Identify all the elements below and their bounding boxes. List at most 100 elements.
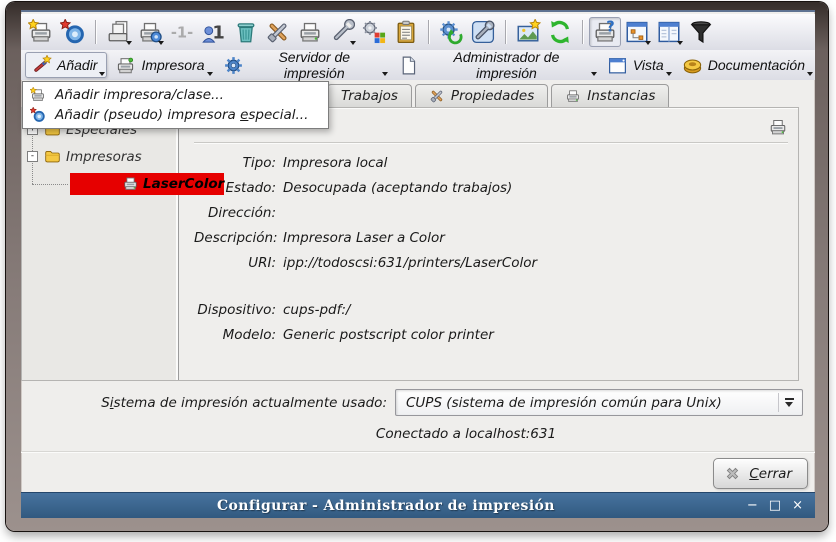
toolbar-separator: [428, 20, 429, 44]
tree-expander[interactable]: -: [27, 151, 38, 162]
add-special-printer-button[interactable]: [57, 17, 89, 47]
test-printer-button[interactable]: [294, 17, 326, 47]
info-group: Tipo:Impresora localEstado:Desocupada (a…: [194, 155, 788, 280]
printer-green-icon: [115, 55, 136, 76]
window-controls: −□ ×: [747, 499, 815, 512]
menu-item-label: Añadir impresora/clase...: [55, 87, 224, 103]
info-label: Descripción:: [194, 230, 283, 255]
dropdown-arrow-icon: [677, 41, 683, 45]
tab-instancias[interactable]: Instancias: [551, 84, 669, 107]
divider: [194, 142, 788, 144]
tab-trabajos[interactable]: Trabajos: [327, 84, 412, 107]
printer-icon: [297, 19, 323, 45]
info-value: Generic postscript color printer: [283, 327, 788, 352]
menu-documentacion-label: Documentación: [708, 57, 805, 73]
svg-text:1: 1: [212, 23, 224, 44]
print-wizard-button[interactable]: [512, 17, 544, 47]
minimize-window-button[interactable]: −: [747, 499, 758, 512]
info-row: URI:ipp://todoscsi:631/printers/LaserCol…: [194, 255, 788, 280]
add-menu-popup: Añadir impresora/clase... Añadir (pseudo)…: [22, 81, 329, 129]
info-row: Tipo:Impresora local: [194, 155, 788, 180]
info-label: URI:: [194, 255, 283, 280]
folder-icon: [44, 148, 61, 165]
svg-text:-1-: -1-: [171, 25, 193, 42]
print-system-select[interactable]: CUPS (sistema de impresión común para Un…: [395, 389, 803, 416]
user-default-icon: 1: [201, 19, 227, 45]
restart-server-button[interactable]: [435, 17, 467, 47]
tree-item-impresoras[interactable]: - Impresoras: [22, 143, 178, 170]
filter-printers-button[interactable]: [685, 17, 717, 47]
view-columns-button[interactable]: [653, 17, 685, 47]
info-value: cups-pdf:/: [283, 302, 788, 327]
desktop-background: -1- 1? AñadirImpresora Servidor de impresi…: [0, 0, 836, 542]
tab-propiedades-label: Propiedades: [451, 88, 534, 104]
window-titlebar[interactable]: Configurar - Administrador de impresión …: [21, 492, 815, 518]
menu-item-add-pseudo-printer[interactable]: Añadir (pseudo) impresora especial...: [23, 105, 328, 125]
info-value: ipp://todoscsi:631/printers/LaserColor: [283, 255, 788, 280]
dropdown-arrow-icon[interactable]: [778, 393, 799, 412]
dropdown-arrow-icon: [666, 72, 672, 76]
tools-icon: [429, 88, 445, 104]
dropdown-arrow-icon: [591, 72, 597, 76]
maximize-window-button[interactable]: □: [769, 499, 781, 512]
info-label: Modelo:: [194, 327, 283, 352]
tools-icon: [265, 19, 291, 45]
soft-default-button[interactable]: -1-: [166, 17, 198, 47]
printer-icon: [565, 88, 581, 104]
gear-refresh-icon: [438, 19, 464, 45]
refresh-view-button[interactable]: [544, 17, 576, 47]
special-printer-add-icon: [30, 107, 46, 123]
docs-gold-icon: [682, 55, 703, 76]
menu-documentacion[interactable]: Documentación: [676, 52, 815, 78]
trash-icon: [233, 19, 259, 45]
tab-propiedades[interactable]: Propiedades: [415, 84, 548, 107]
menu-anadir[interactable]: Añadir: [25, 52, 107, 78]
menu-impresora[interactable]: Impresora: [109, 52, 214, 78]
view-tree-button[interactable]: [621, 17, 653, 47]
printer-tools-button[interactable]: [326, 17, 358, 47]
printer-icon: [768, 117, 788, 137]
configure-server-button[interactable]: [467, 17, 499, 47]
printer-search-button[interactable]: [134, 17, 166, 47]
info-row: Modelo:Generic postscript color printer: [194, 327, 788, 352]
main-toolbar: -1- 1?: [21, 14, 815, 51]
add-printer-wizard-button[interactable]: [25, 17, 57, 47]
close-window-button[interactable]: ×: [792, 499, 803, 512]
driver-settings-button[interactable]: [358, 17, 390, 47]
funnel-icon: [688, 19, 714, 45]
menu-administrador-impresion[interactable]: Administrador de impresión: [392, 52, 599, 78]
tree-item-impresoras-label: Impresoras: [66, 149, 142, 165]
menu-vista[interactable]: Vista: [601, 52, 674, 78]
print-manager-window: -1- 1? AñadirImpresora Servidor de impresi…: [6, 2, 828, 531]
wand-icon: [31, 55, 52, 76]
menu-item-add-printer-class[interactable]: Añadir impresora/clase...: [23, 85, 328, 105]
toolbar-separator: [95, 20, 96, 44]
info-row: Dirección:: [194, 205, 788, 230]
dropdown-arrow-icon: [207, 72, 213, 76]
soft-default-icon: -1-: [169, 19, 195, 45]
close-x-icon: [724, 465, 741, 482]
dropdown-arrow-icon: [645, 41, 651, 45]
dropdown-arrow-icon: [158, 41, 164, 45]
printer-info-toggle-button[interactable]: ?: [589, 17, 621, 47]
printer-icon: [122, 175, 139, 192]
special-printer-add-icon: [60, 19, 86, 45]
printer-add-icon: [28, 19, 54, 45]
printer-details: Tipo:Impresora localEstado:Desocupada (a…: [194, 155, 788, 352]
info-value: Impresora local: [283, 155, 788, 180]
configure-printer-button[interactable]: [262, 17, 294, 47]
menu-servidor-impresion-label: Servidor de impresión: [249, 49, 381, 81]
close-button[interactable]: Cerrar: [713, 458, 808, 489]
set-user-default-button[interactable]: 1: [198, 17, 230, 47]
remove-printer-button[interactable]: [230, 17, 262, 47]
printer-info-panel: LaserColor Tipo:Impresora localEstado:De…: [184, 108, 798, 380]
divider: [21, 451, 815, 453]
wrench-blue-icon: [470, 19, 496, 45]
svg-text:?: ?: [606, 19, 614, 36]
job-report-button[interactable]: [390, 17, 422, 47]
menu-servidor-impresion[interactable]: Servidor de impresión: [217, 52, 391, 78]
print-test-page-button[interactable]: [102, 17, 134, 47]
tree-item-lasercolor[interactable]: LaserColor: [22, 170, 178, 197]
window-content: -1- 1? AñadirImpresora Servidor de impresi…: [21, 10, 815, 518]
menu-administrador-impresion-label: Administrador de impresión: [424, 49, 589, 81]
